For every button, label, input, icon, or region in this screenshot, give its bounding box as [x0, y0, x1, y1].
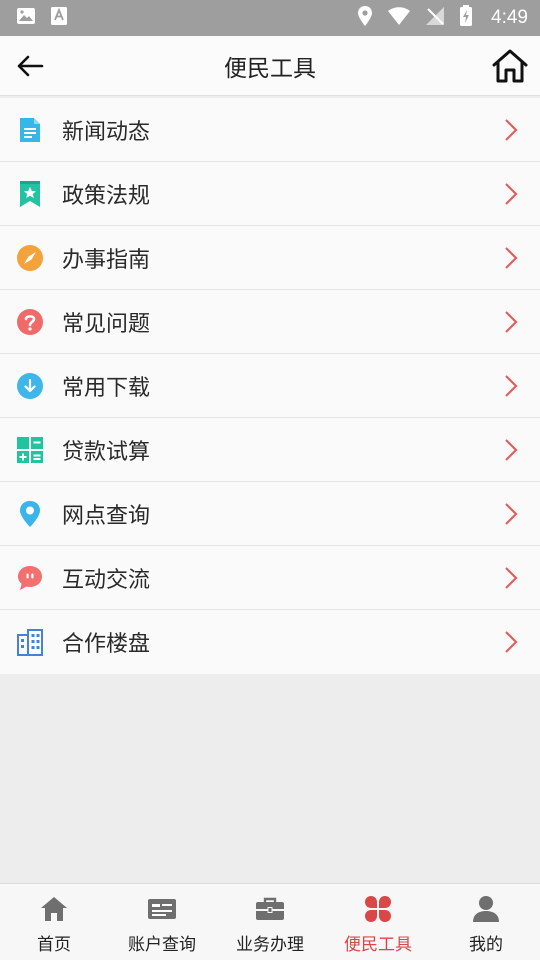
menu-item-guide[interactable]: 办事指南: [0, 226, 540, 290]
chevron-right-icon: [505, 503, 518, 525]
menu-item-partner-buildings[interactable]: 合作楼盘: [0, 610, 540, 674]
menu-item-news[interactable]: 新闻动态: [0, 98, 540, 162]
calculator-icon: [16, 436, 44, 464]
menu-item-label: 互动交流: [62, 567, 151, 593]
battery-icon: [459, 5, 473, 31]
menu-item-branch-search[interactable]: 网点查询: [0, 482, 540, 546]
tab-mine[interactable]: 我的: [432, 884, 540, 960]
menu-item-interaction[interactable]: 互动交流: [0, 546, 540, 610]
menu-item-download[interactable]: 常用下载: [0, 354, 540, 418]
arrow-left-icon: [17, 55, 44, 77]
tab-label: 我的: [469, 935, 503, 955]
chevron-right-icon: [505, 439, 518, 461]
signal-icon: [425, 6, 445, 30]
chevron-right-icon: [505, 247, 518, 269]
menu-item-label: 常用下载: [62, 375, 151, 401]
news-document-icon: [16, 116, 44, 144]
tab-tools[interactable]: 便民工具: [324, 884, 432, 960]
menu-item-loan-calculator[interactable]: 贷款试算: [0, 418, 540, 482]
chat-bubble-icon: [16, 564, 44, 592]
tab-label: 业务办理: [236, 935, 304, 955]
status-left: [16, 6, 68, 30]
screen: 4:49 便民工具 新闻动态 政策法规 办事指南 常见问题 常用下载 贷款试算 …: [0, 0, 540, 960]
tab-business[interactable]: 业务办理: [216, 884, 324, 960]
chevron-right-icon: [505, 119, 518, 141]
compass-icon: [16, 244, 44, 272]
home-button[interactable]: [490, 46, 530, 86]
chevron-right-icon: [505, 375, 518, 397]
menu-item-label: 贷款试算: [62, 439, 151, 465]
status-right: 4:49: [357, 5, 528, 31]
image-notification-icon: [16, 7, 36, 29]
page-title: 便民工具: [224, 55, 316, 82]
menu-item-label: 办事指南: [62, 247, 151, 273]
menu-item-label: 常见问题: [62, 311, 151, 337]
tab-label: 便民工具: [344, 935, 412, 955]
text-notification-icon: [50, 6, 68, 30]
menu-item-label: 合作楼盘: [62, 632, 151, 657]
download-icon: [16, 372, 44, 400]
home-outline-icon: [492, 49, 528, 83]
bottom-tab-bar: 首页 账户查询 业务办理 便民工具 我的: [0, 883, 540, 960]
tab-home[interactable]: 首页: [0, 884, 108, 960]
person-icon: [471, 894, 501, 924]
id-card-icon: [147, 894, 177, 924]
tab-account-query[interactable]: 账户查询: [108, 884, 216, 960]
chevron-right-icon: [505, 631, 518, 653]
bookmark-star-icon: [16, 180, 44, 208]
nav-bar: 便民工具: [0, 36, 540, 96]
location-status-icon: [357, 5, 373, 31]
chevron-right-icon: [505, 311, 518, 333]
menu-item-label: 新闻动态: [62, 119, 151, 145]
tab-label: 首页: [37, 935, 71, 955]
wifi-icon: [387, 6, 411, 30]
menu-item-label: 政策法规: [62, 183, 151, 209]
location-pin-icon: [16, 500, 44, 528]
building-icon: [16, 628, 44, 656]
tab-label: 账户查询: [128, 935, 196, 955]
chevron-right-icon: [505, 183, 518, 205]
back-button[interactable]: [14, 50, 46, 82]
question-icon: [16, 308, 44, 336]
chevron-right-icon: [505, 567, 518, 589]
menu-item-policy[interactable]: 政策法规: [0, 162, 540, 226]
tools-menu-list: 新闻动态 政策法规 办事指南 常见问题 常用下载 贷款试算 网点查询 互动交流 …: [0, 98, 540, 674]
home-icon: [39, 894, 69, 924]
menu-item-label: 网点查询: [62, 503, 151, 529]
status-time: 4:49: [491, 7, 528, 28]
status-bar: 4:49: [0, 0, 540, 36]
menu-item-faq[interactable]: 常见问题: [0, 290, 540, 354]
grid-tools-icon: [363, 894, 393, 924]
briefcase-icon: [255, 894, 285, 924]
